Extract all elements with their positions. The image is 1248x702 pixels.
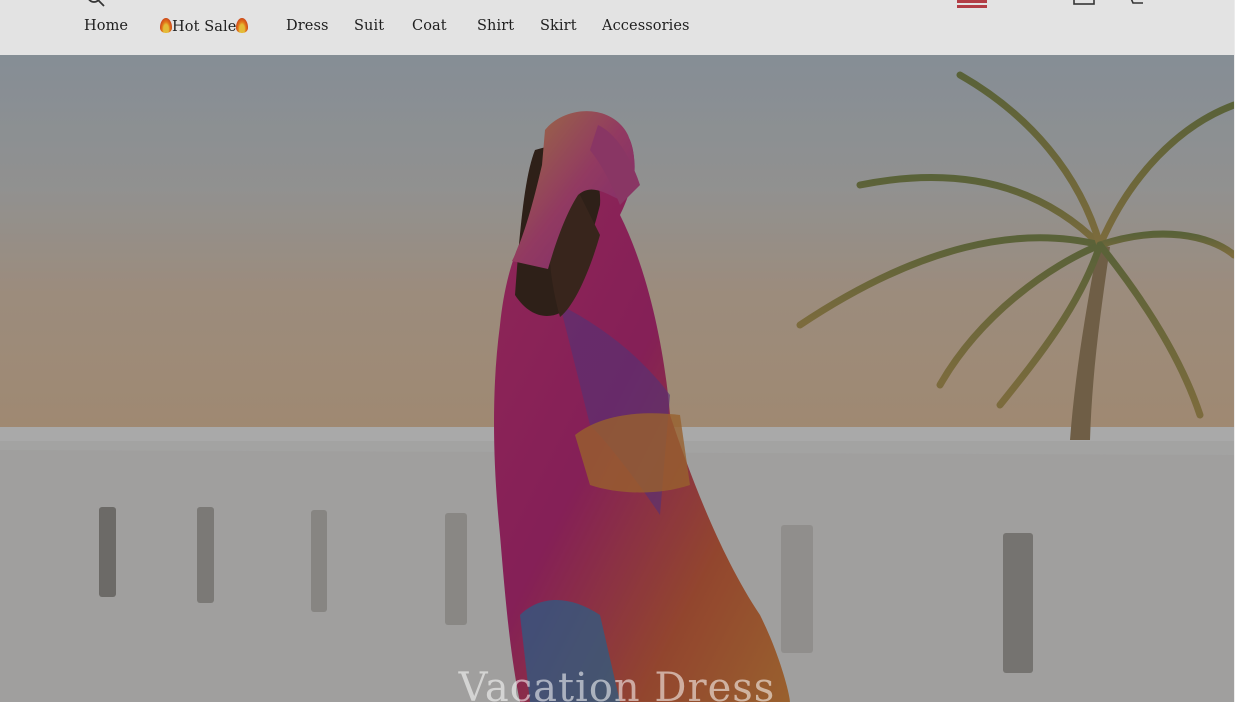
site-header: Home Hot Sale Dress Suit Coat Shirt Skir… xyxy=(0,0,1234,55)
nav-item-skirt[interactable]: Skirt xyxy=(540,18,577,34)
nav-item-dress[interactable]: Dress xyxy=(286,18,329,34)
cart-icon[interactable] xyxy=(1124,0,1148,8)
nav-item-hot-sale[interactable]: Hot Sale xyxy=(160,18,249,35)
nav-item-shirt[interactable]: Shirt xyxy=(477,18,514,34)
fire-icon xyxy=(236,18,249,33)
flag-icon[interactable] xyxy=(957,0,987,8)
fire-icon xyxy=(160,18,172,33)
page: Vacation Dress Home Hot Sale Dress Suit xyxy=(0,0,1248,702)
nav-item-hot-sale-label: Hot Sale xyxy=(172,19,237,35)
nav-item-accessories[interactable]: Accessories xyxy=(602,18,690,34)
search-icon[interactable] xyxy=(86,0,106,8)
header-top-icons xyxy=(0,0,1234,8)
nav-item-suit[interactable]: Suit xyxy=(354,18,384,34)
main-nav: Home Hot Sale Dress Suit Coat Shirt Skir… xyxy=(0,18,1234,42)
hero-overlay xyxy=(0,55,1234,702)
nav-item-home[interactable]: Home xyxy=(84,18,128,34)
nav-item-coat[interactable]: Coat xyxy=(412,18,447,34)
hero-title[interactable]: Vacation Dress xyxy=(0,665,1234,702)
hero-banner[interactable]: Vacation Dress xyxy=(0,55,1234,702)
account-icon[interactable] xyxy=(1072,0,1096,8)
scrollbar-track[interactable] xyxy=(1234,0,1248,702)
